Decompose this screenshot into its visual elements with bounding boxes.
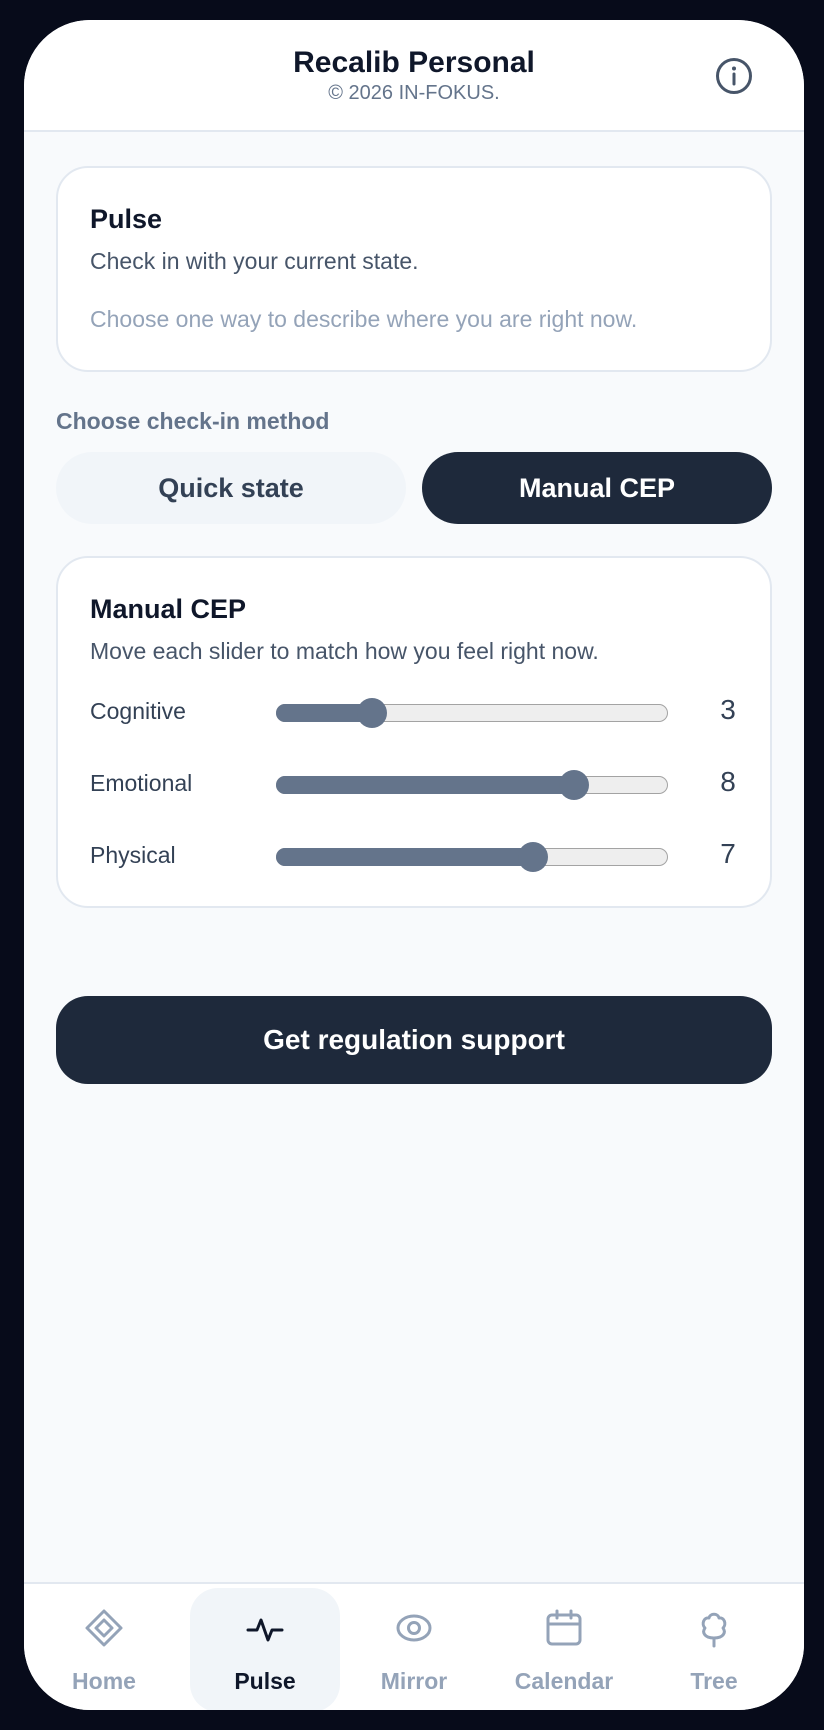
card-title: Pulse — [90, 204, 163, 234]
info-button[interactable] — [714, 56, 754, 96]
calendar-icon — [546, 1609, 582, 1646]
slider-row-cognitive: Cognitive 3 — [58, 692, 774, 732]
info-icon — [716, 58, 752, 94]
manual-cep-button[interactable]: Manual CEP — [422, 452, 772, 524]
physical-slider[interactable] — [275, 842, 668, 872]
emotional-slider[interactable] — [275, 770, 668, 800]
slider-label: Physical — [90, 842, 176, 868]
slider-value: 7 — [720, 838, 736, 869]
nav-label: Mirror — [380, 1668, 448, 1694]
slider-thumb[interactable] — [357, 698, 388, 728]
card-description: Check in with your current state. — [90, 248, 419, 274]
app-title: Recalib Personal — [293, 46, 535, 79]
pulse-icon — [246, 1618, 284, 1642]
nav-item-tree[interactable]: Tree — [639, 1588, 789, 1710]
slider-row-physical: Physical 7 — [58, 836, 774, 876]
slider-thumb[interactable] — [518, 842, 549, 872]
manual-cep-card: Manual CEP Move each slider to match how… — [56, 556, 772, 908]
nav-label: Home — [72, 1668, 136, 1694]
bottom-nav: Home Pulse Mirror Calendar Tree — [24, 1582, 804, 1710]
cognitive-slider[interactable] — [275, 698, 668, 728]
slider-value: 8 — [720, 766, 736, 797]
method-label: Choose check-in method — [56, 408, 330, 434]
slider-fill — [275, 847, 534, 866]
pulse-intro-card: Pulse Check in with your current state. … — [56, 166, 772, 372]
card-description: Move each slider to match how you feel r… — [90, 638, 599, 664]
nav-item-calendar[interactable]: Calendar — [489, 1588, 639, 1710]
nav-item-mirror[interactable]: Mirror — [339, 1588, 489, 1710]
card-title: Manual CEP — [90, 594, 247, 624]
eye-icon — [396, 1614, 432, 1642]
quick-state-button[interactable]: Quick state — [56, 452, 406, 524]
nav-label: Pulse — [234, 1668, 296, 1694]
tree-icon — [701, 1612, 727, 1648]
get-regulation-support-button[interactable]: Get regulation support — [56, 996, 772, 1084]
nav-item-pulse[interactable]: Pulse — [190, 1588, 340, 1710]
diamond-icon — [85, 1609, 123, 1647]
slider-thumb[interactable] — [558, 770, 589, 800]
app-window: Recalib Personal © 2026 IN-FOKUS. Pulse … — [24, 20, 804, 1710]
slider-label: Cognitive — [90, 698, 186, 724]
slider-label: Emotional — [90, 770, 193, 796]
app-header: Recalib Personal © 2026 IN-FOKUS. — [24, 20, 804, 132]
nav-label: Calendar — [514, 1668, 614, 1694]
card-hint: Choose one way to describe where you are… — [90, 306, 638, 332]
slider-value: 3 — [720, 694, 736, 725]
slider-row-emotional: Emotional 8 — [58, 764, 774, 804]
slider-fill — [275, 775, 575, 794]
nav-label: Tree — [690, 1668, 738, 1694]
nav-item-home[interactable]: Home — [29, 1588, 179, 1710]
app-copyright: © 2026 IN-FOKUS. — [328, 82, 500, 104]
